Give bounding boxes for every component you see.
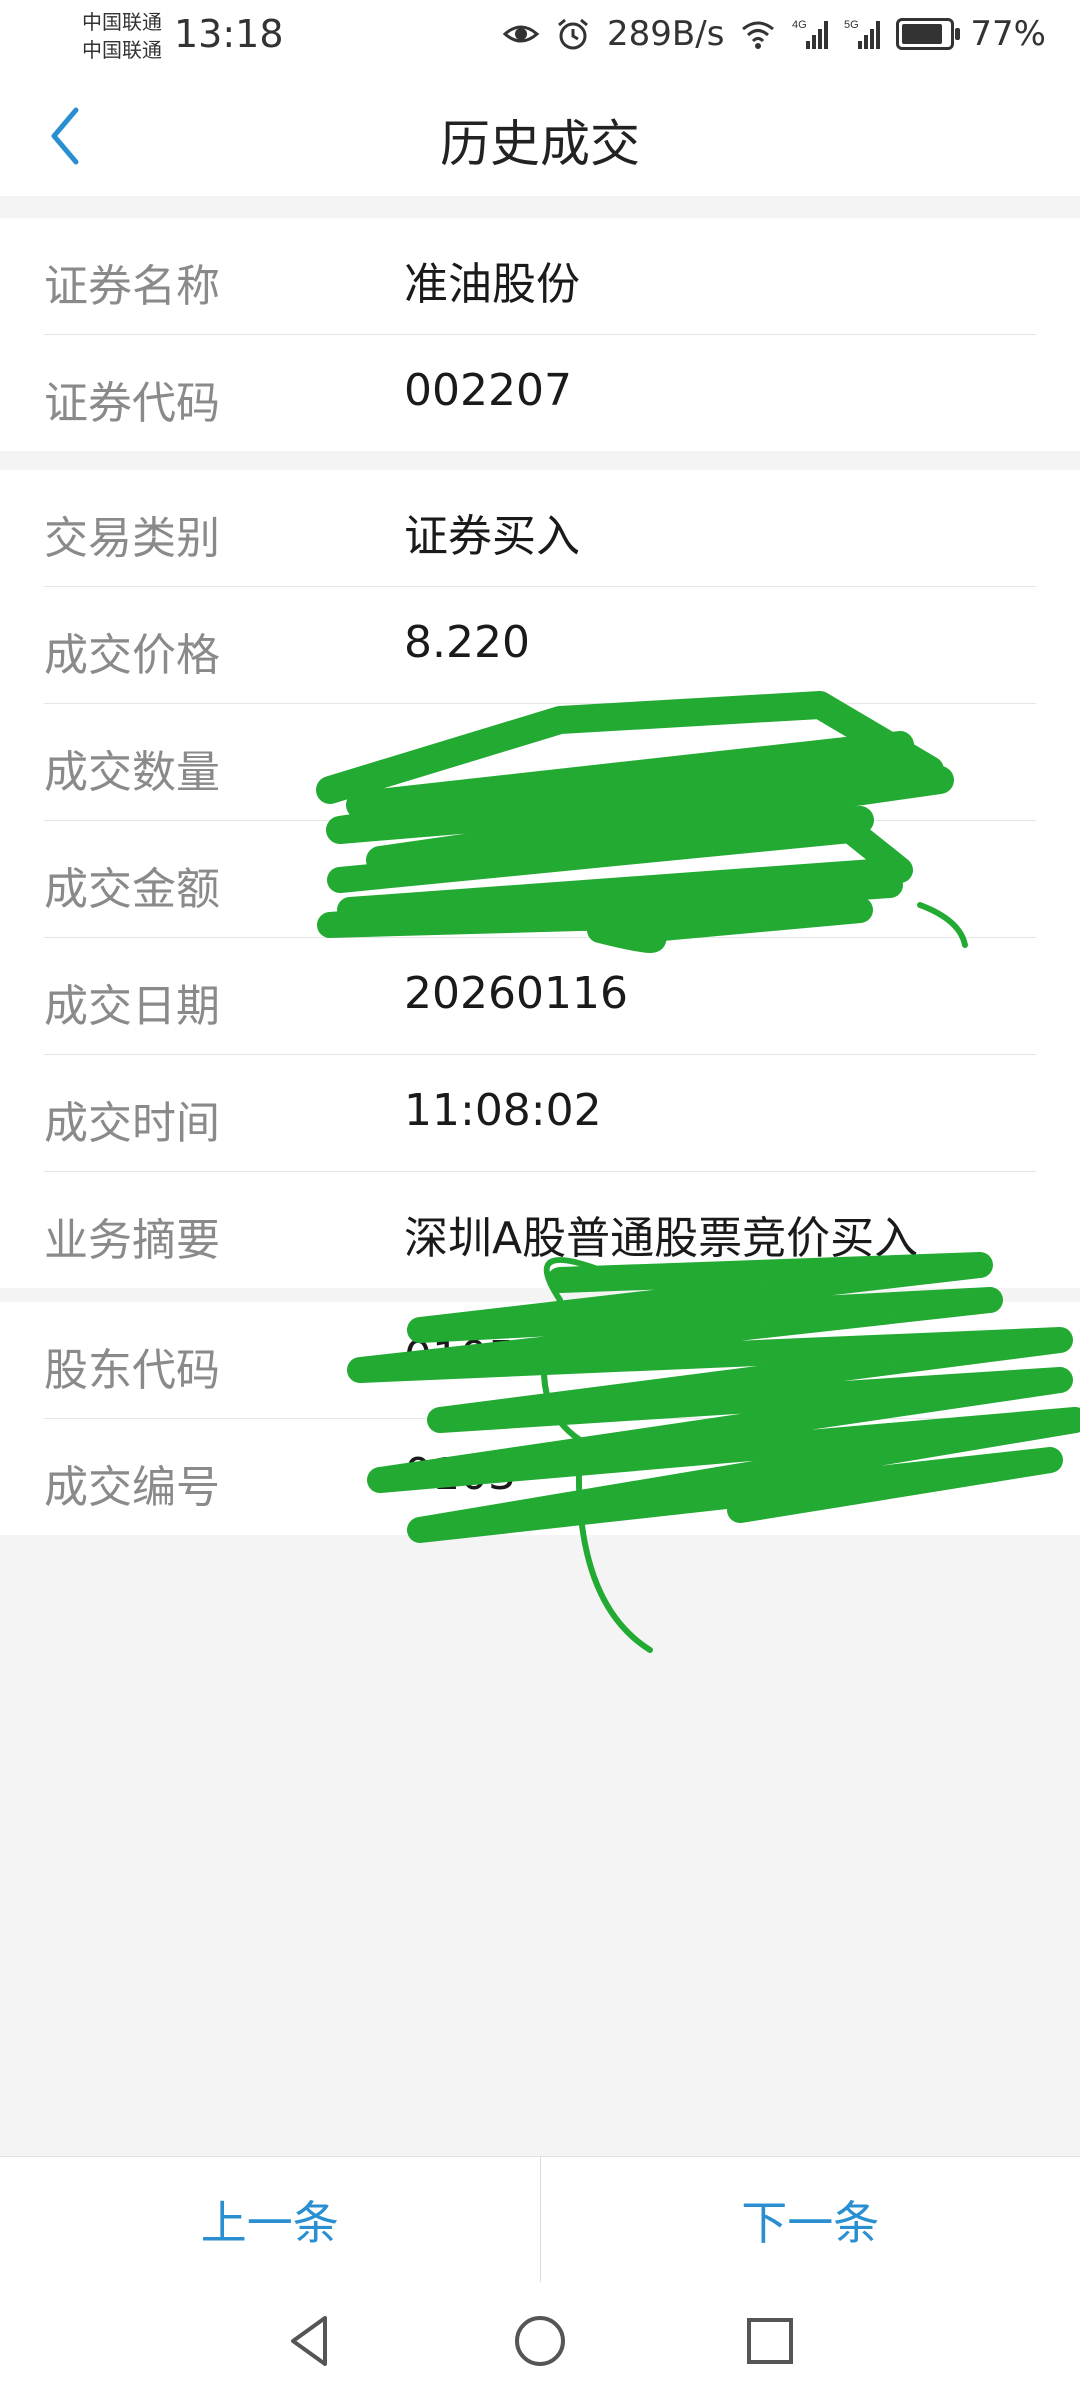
info-row: 成交日期 20260116 [44,938,1036,1055]
net-speed: 289B/s [607,14,725,54]
recents-square-icon[interactable] [735,2306,805,2376]
battery-level: 77% [970,14,1046,54]
row-value: 准油股份 [404,259,580,310]
row-value: 002207 [404,365,572,416]
next-record-button[interactable]: 下一条 [541,2157,1080,2283]
row-value: 深圳A股普通股票竞价买入 [404,1213,919,1264]
back-triangle-icon[interactable] [275,2306,345,2376]
info-row: 成交编号 0103 [44,1419,1036,1535]
clock: 13:18 [174,12,284,56]
pager-bar: 上一条 下一条 [0,2156,1080,2283]
status-icons: 289B/s 4G 5G 77% [503,14,1046,54]
row-value: 20260116 [404,968,628,1019]
svg-text:5G: 5G [844,19,859,31]
security-section: 证券名称 准油股份 证券代码 002207 [0,218,1080,451]
trade-section: 交易类别 证券买入 成交价格 8.220 成交数量 成交金额 成交日期 2026… [0,470,1080,1288]
row-value: 0105 [404,1332,516,1383]
prev-record-button[interactable]: 上一条 [0,2157,540,2283]
account-section: 股东代码 0105 成交编号 0103 [0,1302,1080,1535]
row-label: 业务摘要 [44,1215,220,1266]
row-label: 成交时间 [44,1098,220,1149]
carrier-2: 中国联通 [82,38,162,62]
svg-text:4G: 4G [792,19,807,31]
page-header: 历史成交 [0,76,1080,196]
info-row: 证券代码 002207 [44,335,1036,451]
carrier-1: 中国联通 [82,10,162,34]
alarm-icon [558,18,588,50]
home-circle-icon[interactable] [505,2306,575,2376]
row-value: 8.220 [404,617,530,668]
signal-5g-icon: 5G [844,19,881,49]
system-nav-bar [0,2282,1080,2400]
status-bar: 中国联通 中国联通 13:18 289B/s 4G 5G 77% [0,0,1080,76]
row-value: 证券买入 [404,511,580,562]
info-row: 成交金额 [44,821,1036,938]
info-row: 交易类别 证券买入 [44,470,1036,587]
battery-icon [896,18,961,50]
wifi-icon [742,21,775,49]
row-label: 证券名称 [44,261,220,312]
eye-icon [503,25,540,43]
info-row: 成交价格 8.220 [44,587,1036,704]
row-label: 成交价格 [44,630,220,681]
info-row: 成交时间 11:08:02 [44,1055,1036,1172]
signal-4g-icon: 4G [792,19,829,49]
info-row: 业务摘要 深圳A股普通股票竞价买入 [44,1172,1036,1288]
row-value: 0103 [404,1449,516,1500]
page-title: 历史成交 [440,115,640,173]
row-label: 成交金额 [44,864,220,915]
info-row: 证券名称 准油股份 [44,218,1036,335]
row-label: 成交编号 [44,1462,220,1513]
row-label: 成交日期 [44,981,220,1032]
row-label: 股东代码 [44,1345,220,1396]
row-label: 交易类别 [44,513,220,564]
row-label: 成交数量 [44,747,220,798]
info-row: 股东代码 0105 [44,1302,1036,1419]
row-value: 11:08:02 [404,1085,602,1136]
carrier-info: 中国联通 中国联通 [82,8,162,64]
row-label: 证券代码 [44,378,220,429]
info-row: 成交数量 [44,704,1036,821]
